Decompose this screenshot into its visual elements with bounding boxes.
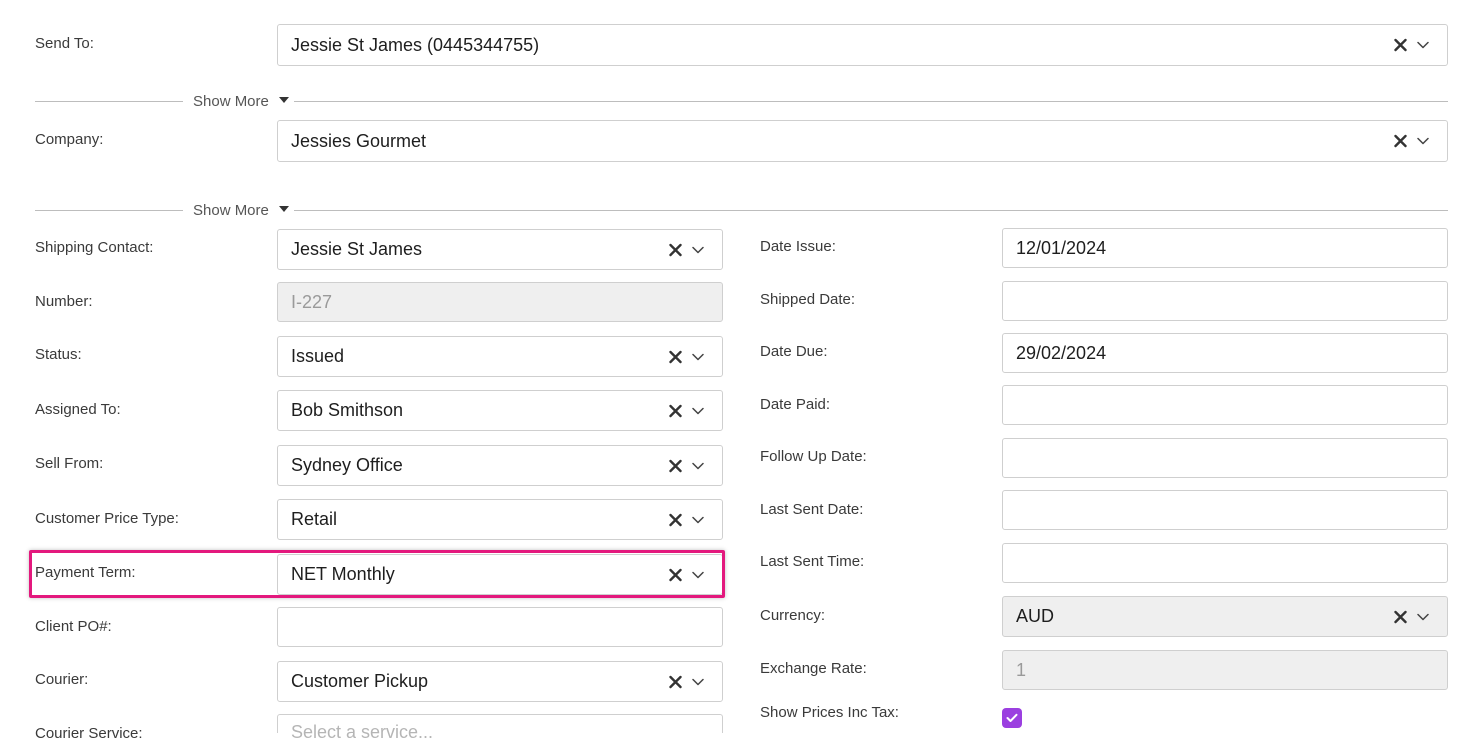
send-to-label: Send To: [35,35,94,52]
payment-term-highlight [29,550,725,598]
last-sent-date-input[interactable] [1002,490,1448,530]
date-issue-label: Date Issue: [760,238,836,255]
assigned-to-label: Assigned To: [35,401,121,418]
courier-value: Customer Pickup [291,671,429,691]
company-select[interactable]: Jessies Gourmet [277,120,1448,162]
clear-icon[interactable] [669,513,682,526]
courier-service-label: Courier Service: [35,725,143,742]
show-more-label: Show More [193,93,269,110]
chevron-down-icon[interactable] [1417,137,1429,145]
divider-left [35,101,183,102]
shipping-contact-value: Jessie St James [291,239,423,259]
date-issue-value: 12/01/2024 [1016,237,1107,258]
caret-down-icon [278,96,289,103]
date-due-value: 29/02/2024 [1016,342,1107,363]
last-sent-time-input[interactable] [1002,543,1448,583]
client-po-input[interactable] [277,607,723,647]
chevron-down-icon[interactable] [692,353,704,361]
customer-price-type-label: Customer Price Type: [35,510,179,527]
exchange-rate-label: Exchange Rate: [760,660,867,677]
date-issue-input[interactable]: 12/01/2024 [1002,228,1448,268]
courier-label: Courier: [35,671,89,688]
exchange-rate-value: 1 [1016,659,1027,680]
divider-right [294,210,1448,211]
status-value: Issued [291,346,345,366]
sell-from-select[interactable]: Sydney Office [277,445,723,486]
chevron-down-icon[interactable] [1417,41,1429,49]
clear-icon[interactable] [669,243,682,256]
currency-select[interactable]: AUD [1002,596,1448,637]
company-label: Company: [35,131,104,148]
show-more-label: Show More [193,202,269,219]
clear-icon[interactable] [669,675,682,688]
status-select[interactable]: Issued [277,336,723,377]
checkmark-icon [1006,713,1018,722]
client-po-label: Client PO#: [35,618,112,635]
date-due-input[interactable]: 29/02/2024 [1002,333,1448,373]
number-value: I-227 [291,291,333,312]
date-due-label: Date Due: [760,343,828,360]
currency-label: Currency: [760,607,826,624]
follow-up-date-input[interactable] [1002,438,1448,478]
send-to-select[interactable]: Jessie St James (0445344755) [277,24,1448,66]
last-sent-time-label: Last Sent Time: [760,553,865,570]
clear-icon[interactable] [1394,135,1407,148]
clear-icon[interactable] [1394,39,1407,52]
date-paid-input[interactable] [1002,385,1448,425]
customer-price-type-value: Retail [291,509,338,529]
sell-from-label: Sell From: [35,455,104,472]
courier-service-select[interactable]: Select a service... [277,714,723,742]
number-label: Number: [35,293,93,310]
assigned-to-value: Bob Smithson [291,400,404,420]
number-field: I-227 [277,282,723,322]
chevron-down-icon[interactable] [692,462,704,470]
chevron-down-icon[interactable] [692,407,704,415]
clear-icon[interactable] [669,404,682,417]
exchange-rate-field: 1 [1002,650,1448,690]
show-more-toggle[interactable]: Show More [193,93,289,110]
shipped-date-input[interactable] [1002,281,1448,321]
show-prices-inc-tax-checkbox[interactable] [1002,708,1022,728]
chevron-down-icon[interactable] [692,516,704,524]
show-more-toggle[interactable]: Show More [193,202,289,219]
clear-icon[interactable] [669,459,682,472]
customer-price-type-select[interactable]: Retail [277,499,723,540]
shipping-contact-select[interactable]: Jessie St James [277,229,723,270]
shipped-date-label: Shipped Date: [760,291,856,308]
date-paid-label: Date Paid: [760,396,831,413]
caret-down-icon [278,205,289,212]
follow-up-date-label: Follow Up Date: [760,448,867,465]
sell-from-value: Sydney Office [291,455,403,475]
chevron-down-icon[interactable] [1417,613,1429,621]
courier-select[interactable]: Customer Pickup [277,661,723,702]
chevron-down-icon[interactable] [692,246,704,254]
status-label: Status: [35,346,82,363]
chevron-down-icon[interactable] [692,678,704,686]
company-value: Jessies Gourmet [291,130,427,151]
last-sent-date-label: Last Sent Date: [760,501,864,518]
assigned-to-select[interactable]: Bob Smithson [277,390,723,431]
currency-value: AUD [1016,606,1055,626]
clear-icon[interactable] [1394,610,1407,623]
shipping-contact-label: Shipping Contact: [35,239,154,256]
clear-icon[interactable] [669,350,682,363]
show-prices-inc-tax-label: Show Prices Inc Tax: [760,704,899,721]
divider-left [35,210,183,211]
divider-right [294,101,1448,102]
send-to-value: Jessie St James (0445344755) [291,34,540,55]
